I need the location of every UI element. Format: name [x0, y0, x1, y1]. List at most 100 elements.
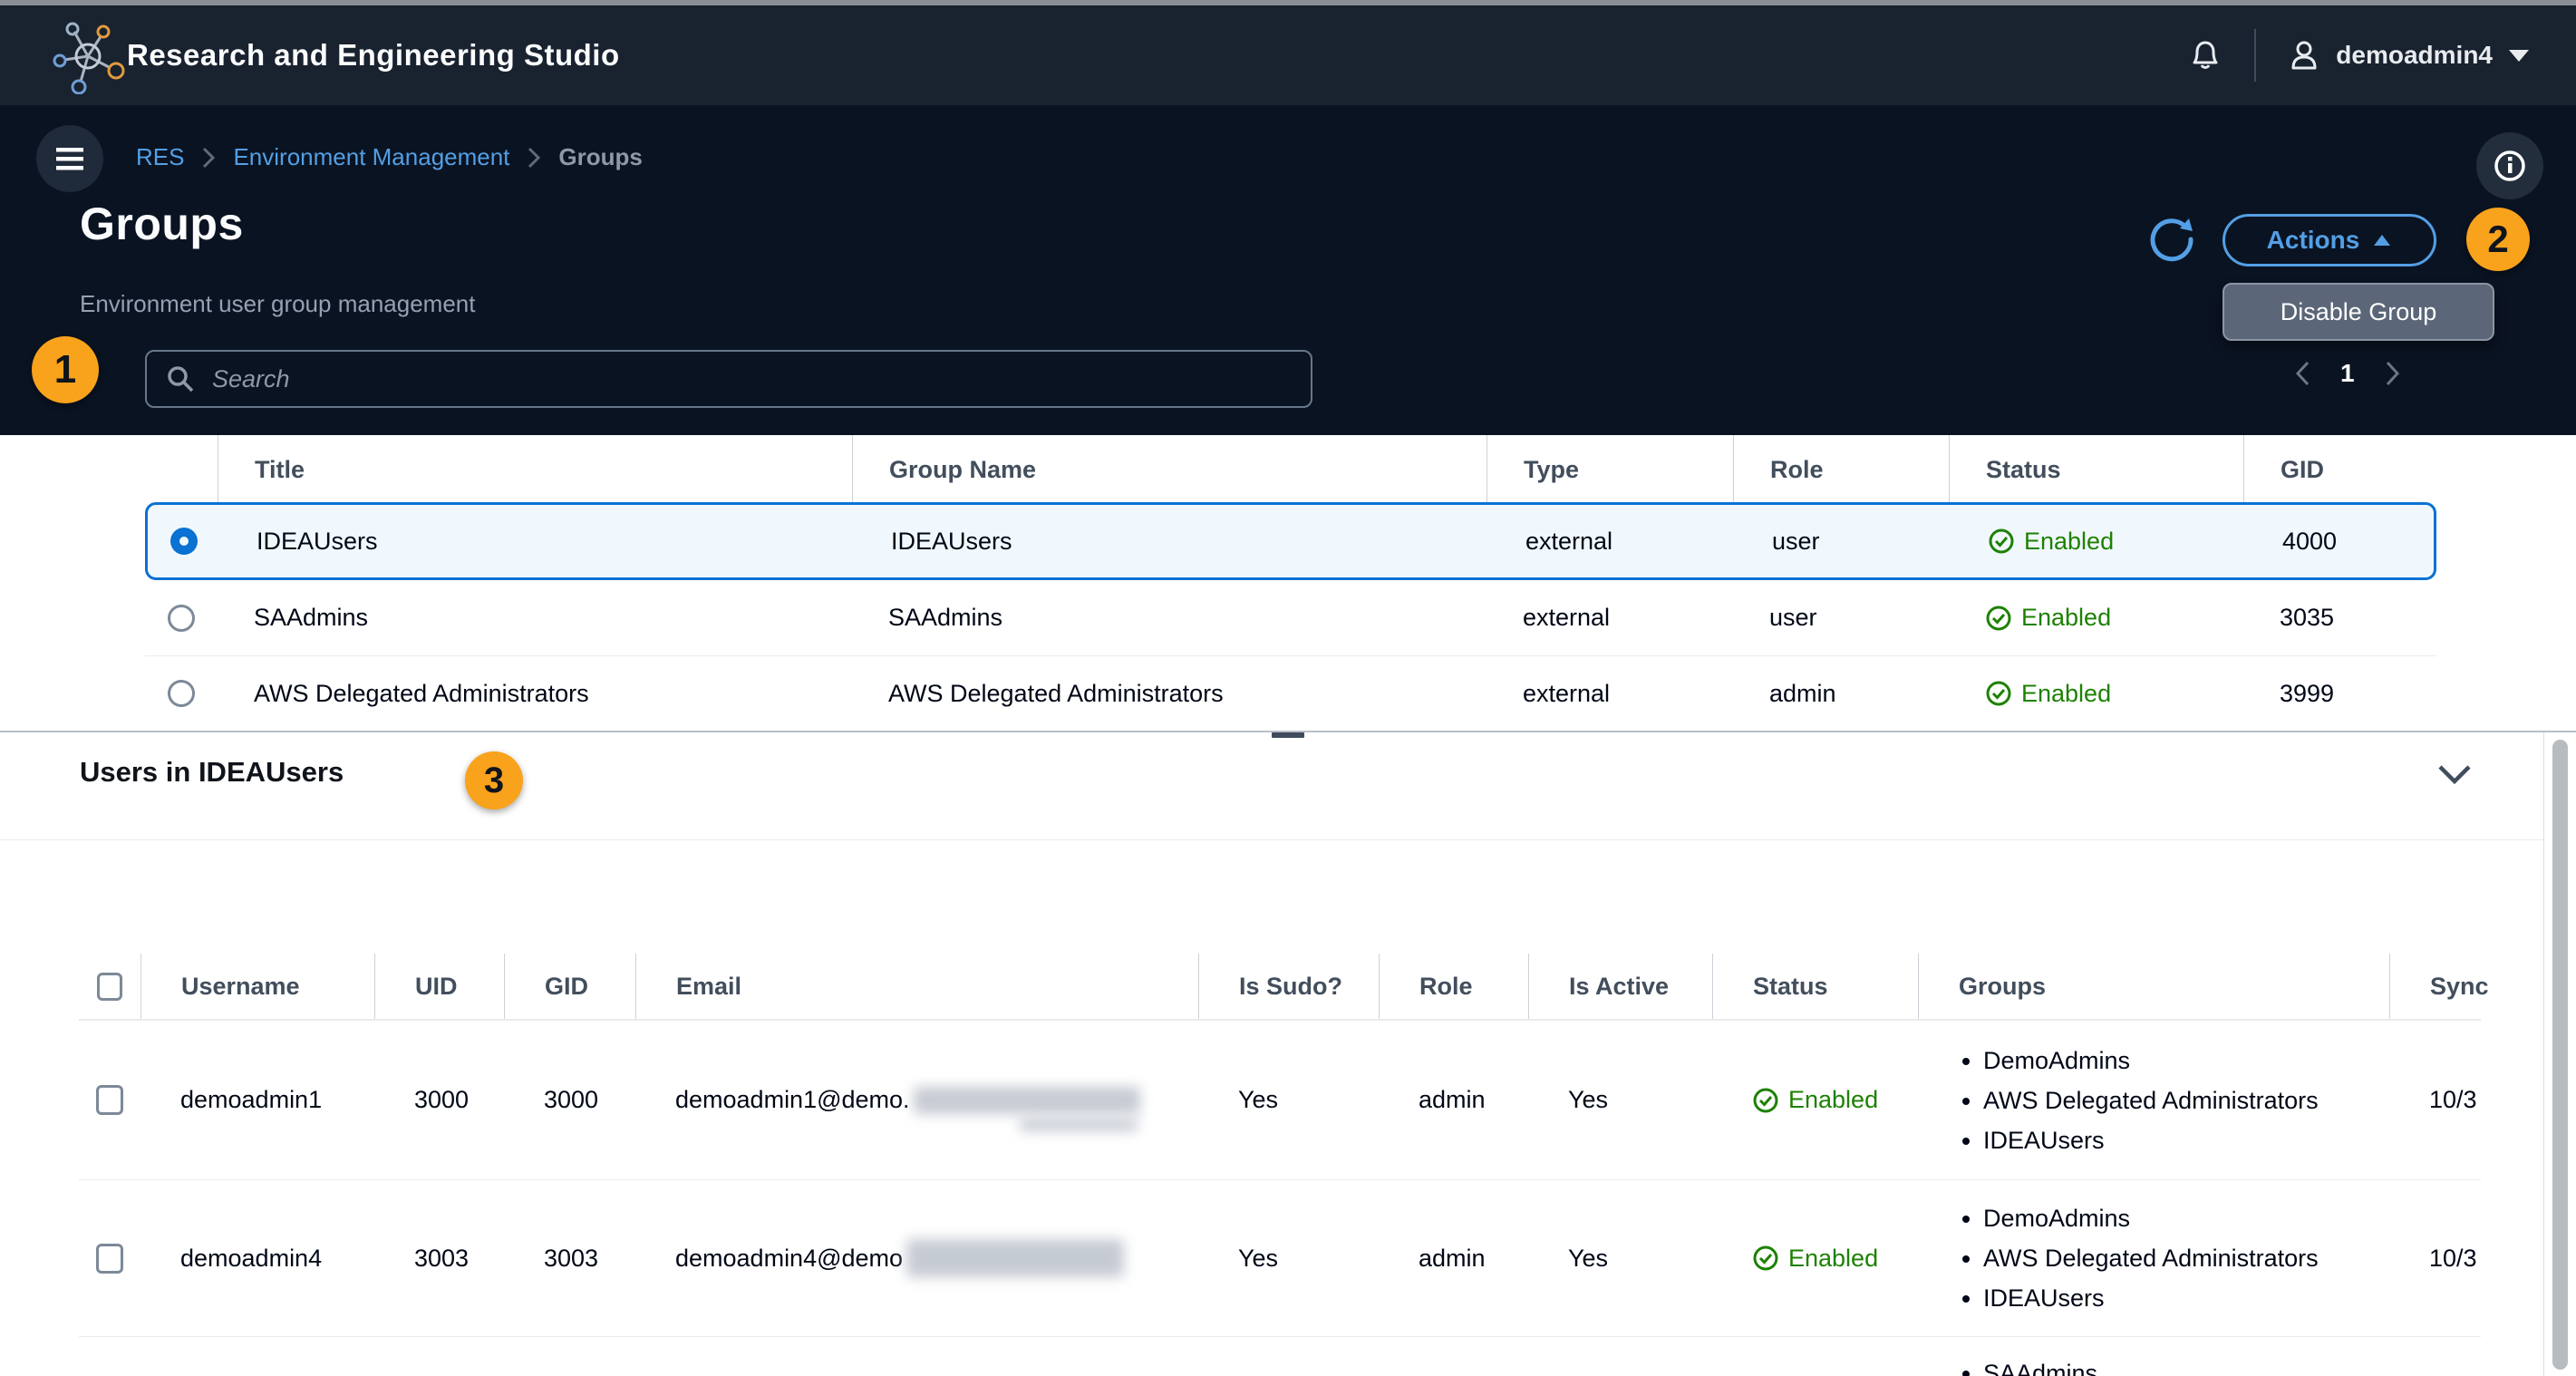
- table-row-demoadmin1[interactable]: demoadmin1 3000 3000 demoadmin1@demo. Ye…: [79, 1021, 2481, 1180]
- cell-role: admin: [1379, 1021, 1528, 1179]
- table-row-demoadmin4[interactable]: demoadmin4 3003 3003 demoadmin4@demo Yes…: [79, 1180, 2481, 1337]
- pagination: 1: [2293, 359, 2402, 388]
- groups-list: DemoAdmins AWS Delegated Administrators …: [1958, 1198, 2319, 1318]
- pagination-prev-icon[interactable]: [2293, 360, 2311, 387]
- annotation-badge-1: 1: [32, 336, 99, 403]
- column-header-role[interactable]: Role: [1733, 435, 1949, 504]
- refresh-icon: [2145, 213, 2198, 266]
- panel-scrollbar: [2543, 732, 2576, 1376]
- redacted-email-blur: [914, 1087, 1140, 1114]
- app-window: Research and Engineering Studio demoadmi…: [0, 0, 2576, 1376]
- top-navigation: Research and Engineering Studio demoadmi…: [0, 5, 2576, 105]
- user-icon: [2287, 38, 2321, 73]
- cell-type: external: [1489, 505, 1736, 577]
- column-header-gid[interactable]: GID: [2243, 435, 2436, 504]
- column-header-username[interactable]: Username: [140, 954, 374, 1019]
- cell-role: user: [1733, 580, 1949, 655]
- radio-selected[interactable]: [170, 528, 198, 555]
- column-header-is-active[interactable]: Is Active: [1528, 954, 1712, 1019]
- column-header-type[interactable]: Type: [1487, 435, 1733, 504]
- cell-group-name: AWS Delegated Administrators: [852, 656, 1487, 731]
- table-row-partial[interactable]: SAAdmins: [79, 1337, 2481, 1376]
- search-icon: [165, 363, 196, 394]
- column-header-role[interactable]: Role: [1379, 954, 1528, 1019]
- pagination-current-page[interactable]: 1: [2340, 359, 2355, 388]
- status-badge: Enabled: [1985, 680, 2111, 708]
- chevron-right-icon: [526, 146, 542, 170]
- cell-is-sudo: Yes: [1198, 1180, 1379, 1336]
- cell-gid: 4000: [2246, 505, 2439, 577]
- list-item: AWS Delegated Administrators: [1983, 1080, 2319, 1120]
- app-title: Research and Engineering Studio: [127, 38, 620, 73]
- radio-unselected[interactable]: [168, 680, 195, 707]
- split-panel-collapse-button[interactable]: [2436, 763, 2473, 787]
- cell-is-active: Yes: [1528, 1021, 1712, 1179]
- menu-item-disable-group[interactable]: Disable Group: [2223, 283, 2494, 341]
- cell-type: external: [1487, 580, 1733, 655]
- table-row-saadmins[interactable]: SAAdmins SAAdmins external user Enabled …: [145, 580, 2436, 655]
- actions-button[interactable]: Actions: [2223, 214, 2436, 266]
- breadcrumb: RES Environment Management Groups: [136, 143, 643, 171]
- breadcrumb-link-res[interactable]: RES: [136, 143, 184, 171]
- column-header-groups[interactable]: Groups: [1918, 954, 2389, 1019]
- cell-type: external: [1487, 656, 1733, 731]
- column-header-group-name[interactable]: Group Name: [852, 435, 1487, 504]
- split-panel-users: Users in IDEAUsers 3 Username UID GID Em…: [0, 731, 2576, 1376]
- column-header-uid[interactable]: UID: [374, 954, 504, 1019]
- table-row-ideausers[interactable]: IDEAUsers IDEAUsers external user Enable…: [145, 502, 2436, 580]
- radio-unselected[interactable]: [168, 605, 195, 632]
- redacted-email-blur: [1020, 1119, 1138, 1131]
- radio-column-header: [145, 435, 218, 504]
- refresh-button[interactable]: [2145, 212, 2199, 266]
- status-text: Enabled: [1788, 1245, 1878, 1273]
- column-header-title[interactable]: Title: [218, 435, 852, 504]
- status-text: Enabled: [2024, 528, 2114, 556]
- breadcrumb-link-environment-management[interactable]: Environment Management: [233, 143, 509, 171]
- column-header-status[interactable]: Status: [1712, 954, 1918, 1019]
- app-logo-icon: [51, 20, 125, 94]
- cell-username: demoadmin4: [140, 1180, 374, 1336]
- pagination-next-icon[interactable]: [2384, 360, 2402, 387]
- users-table: Username UID GID Email Is Sudo? Role Is …: [79, 954, 2481, 1376]
- sidebar-toggle-button[interactable]: [36, 125, 103, 192]
- info-icon: [2492, 148, 2528, 184]
- cell-username: demoadmin1: [140, 1021, 374, 1179]
- page-title: Groups: [80, 198, 244, 250]
- cell-uid: 3003: [374, 1180, 504, 1336]
- cell-uid: 3000: [374, 1021, 504, 1179]
- redacted-email-blur: [906, 1239, 1124, 1277]
- cell-is-active: Yes: [1528, 1180, 1712, 1336]
- cell-is-sudo: Yes: [1198, 1021, 1379, 1179]
- column-header-gid[interactable]: GID: [504, 954, 635, 1019]
- column-header-sync[interactable]: Sync: [2389, 954, 2481, 1019]
- caret-down-icon: [2507, 47, 2531, 63]
- cell-title: AWS Delegated Administrators: [218, 656, 852, 731]
- column-header-status[interactable]: Status: [1949, 435, 2243, 504]
- scrollbar-thumb[interactable]: [2552, 740, 2568, 1370]
- cell-gid: 3000: [504, 1021, 635, 1179]
- status-badge: Enabled: [1985, 604, 2111, 632]
- split-panel-drag-handle[interactable]: [1272, 731, 1304, 738]
- panel-header-divider: [0, 839, 2576, 840]
- chevron-right-icon: [200, 146, 217, 170]
- row-checkbox[interactable]: [96, 1085, 123, 1115]
- column-header-is-sudo[interactable]: Is Sudo?: [1198, 954, 1379, 1019]
- cell-gid: 3035: [2243, 580, 2436, 655]
- user-menu[interactable]: demoadmin4: [2287, 38, 2531, 73]
- cell-email: demoadmin1@demo.: [675, 1086, 910, 1114]
- notifications-bell-icon[interactable]: [2187, 37, 2223, 73]
- status-text: Enabled: [2021, 680, 2111, 708]
- annotation-badge-3: 3: [465, 751, 523, 809]
- cell-group-name: SAAdmins: [852, 580, 1487, 655]
- info-panel-button[interactable]: [2476, 132, 2543, 199]
- column-header-email[interactable]: Email: [635, 954, 1198, 1019]
- groups-list: SAAdmins: [1958, 1353, 2389, 1376]
- table-row-aws-delegated-administrators[interactable]: AWS Delegated Administrators AWS Delegat…: [145, 655, 2436, 731]
- breadcrumb-current-groups: Groups: [558, 143, 642, 171]
- split-panel-title: Users in IDEAUsers: [80, 756, 344, 789]
- select-all-checkbox[interactable]: [97, 973, 122, 1001]
- search-input[interactable]: [210, 364, 1293, 394]
- row-checkbox[interactable]: [96, 1244, 123, 1274]
- list-item: DemoAdmins: [1983, 1198, 2319, 1238]
- groups-table-section: Title Group Name Type Role Status GID ID…: [0, 435, 2576, 731]
